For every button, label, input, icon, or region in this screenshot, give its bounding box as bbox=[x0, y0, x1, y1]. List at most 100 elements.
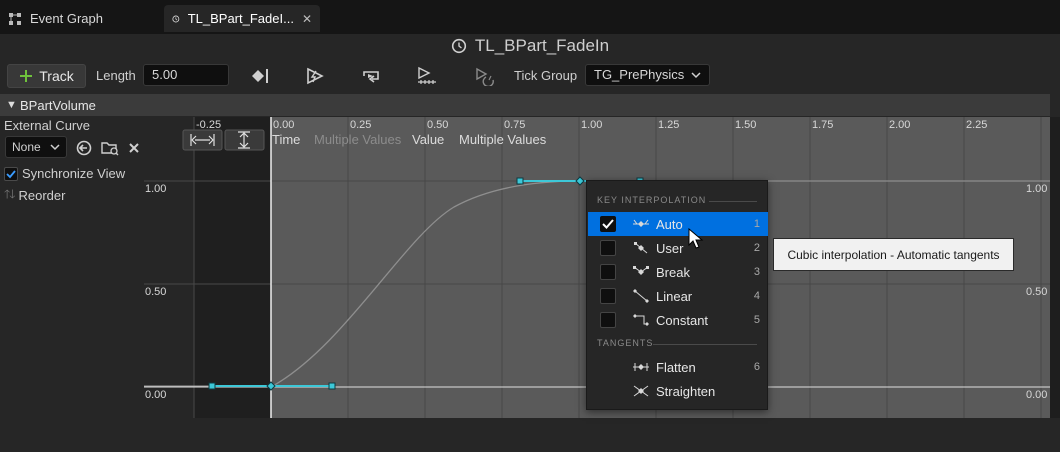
clock-icon bbox=[451, 38, 466, 54]
menu-item-label: Flatten bbox=[656, 359, 696, 375]
loop-icon bbox=[363, 71, 379, 83]
track-header[interactable]: ▼ BPartVolume bbox=[0, 94, 1050, 116]
menu-item-straighten[interactable]: Straighten bbox=[588, 379, 768, 403]
user-tangent-icon bbox=[634, 242, 648, 254]
menu-heading: KEY INTERPOLATION bbox=[597, 195, 707, 205]
tangent-handle[interactable] bbox=[208, 382, 216, 390]
straighten-icon bbox=[633, 385, 649, 397]
external-curve-value: None bbox=[12, 140, 41, 154]
value-label: Value bbox=[412, 132, 444, 147]
fit-vertical-button[interactable] bbox=[224, 129, 265, 151]
browse-folder-icon[interactable] bbox=[100, 139, 120, 157]
vertical-scrollbar[interactable] bbox=[1050, 117, 1060, 418]
tangent-handle[interactable] bbox=[328, 382, 336, 390]
menu-item-shortcut: 4 bbox=[753, 290, 760, 302]
flatten-icon bbox=[633, 363, 649, 371]
graph-icon bbox=[9, 12, 21, 25]
menu-item-linear[interactable]: Linear 4 bbox=[588, 284, 768, 308]
use-last-keyframe-button[interactable] bbox=[248, 64, 272, 88]
external-curve-text: External Curve bbox=[4, 118, 90, 133]
value-value: Multiple Values bbox=[459, 132, 547, 147]
menu-item-user[interactable]: User 2 bbox=[588, 236, 768, 260]
tick-group-select[interactable]: TG_PrePhysics bbox=[585, 64, 710, 86]
fit-horizontal-button[interactable] bbox=[182, 129, 223, 151]
reorder-control[interactable]: 🡑🡓 Reorder bbox=[4, 185, 65, 206]
key-info: Time Multiple Values Value Multiple Valu… bbox=[272, 132, 547, 147]
menu-item-constant[interactable]: Constant 5 bbox=[588, 308, 768, 332]
keyframe[interactable] bbox=[575, 176, 585, 186]
title-text: TL_BPart_FadeIn bbox=[474, 36, 610, 55]
menu-heading: TANGENTS bbox=[597, 338, 654, 348]
menu-item-label: Break bbox=[656, 264, 690, 280]
key-interpolation-menu: KEY INTERPOLATION Auto 1 User 2 Break 3 bbox=[586, 180, 768, 410]
y-tick: 0.50 bbox=[145, 286, 166, 298]
checkbox-checked-icon[interactable] bbox=[600, 216, 616, 232]
length-input[interactable]: 5.00 bbox=[143, 64, 229, 86]
loop-button[interactable] bbox=[359, 64, 385, 88]
reorder-label: Reorder bbox=[18, 188, 66, 203]
length-label: Length bbox=[96, 68, 136, 83]
x-tick: 2.25 bbox=[966, 119, 987, 131]
checkbox-icon[interactable] bbox=[600, 288, 616, 304]
x-tick: 0.75 bbox=[504, 119, 525, 131]
clear-icon[interactable] bbox=[127, 141, 141, 155]
time-dilation-icon bbox=[476, 67, 494, 86]
menu-item-label: User bbox=[656, 240, 684, 256]
x-axis-ticks: -0.25 0.00 0.25 0.50 0.75 1.00 1.25 1.50… bbox=[196, 119, 987, 131]
autoplay-button[interactable] bbox=[303, 64, 327, 88]
x-tick: -0.25 bbox=[196, 119, 221, 131]
x-tick: 0.00 bbox=[273, 119, 294, 131]
synchronize-view-toggle[interactable]: Synchronize View bbox=[4, 166, 125, 181]
tick-group-value: TG_PrePhysics bbox=[594, 67, 685, 82]
ignore-time-dilation-button[interactable] bbox=[471, 64, 497, 88]
tab-event-graph[interactable]: Event Graph bbox=[0, 5, 160, 32]
add-track-button[interactable]: Track bbox=[7, 64, 86, 88]
menu-item-break[interactable]: Break 3 bbox=[588, 260, 768, 284]
menu-item-label: Auto bbox=[656, 216, 683, 232]
time-value: Multiple Values bbox=[314, 132, 402, 147]
tick-group-label: Tick Group bbox=[514, 68, 578, 83]
checkbox-checked-icon[interactable] bbox=[4, 166, 18, 181]
y-tick: 1.00 bbox=[145, 183, 166, 195]
plus-icon bbox=[20, 70, 33, 82]
menu-item-flatten[interactable]: Flatten 6 bbox=[588, 355, 768, 379]
track-side-panel bbox=[0, 116, 143, 420]
menu-item-label: Constant bbox=[656, 312, 709, 328]
y-axis-ticks-right: 1.00 0.50 0.00 bbox=[1026, 183, 1047, 401]
close-icon[interactable]: ✕ bbox=[302, 12, 312, 26]
toolbar: Track Length 5.00 Tick Group TG_PrePhysi… bbox=[0, 60, 1060, 92]
external-curve-select[interactable]: None bbox=[5, 136, 67, 158]
keyframe-end-icon bbox=[252, 69, 268, 83]
collapse-arrow-icon[interactable]: ▼ bbox=[6, 99, 17, 111]
x-tick: 1.25 bbox=[658, 119, 679, 131]
track-button-label: Track bbox=[39, 68, 74, 84]
synchronize-view-label: Synchronize View bbox=[22, 166, 126, 181]
external-curve-label: External Curve bbox=[4, 118, 90, 133]
menu-item-label: Straighten bbox=[656, 383, 716, 399]
clock-icon bbox=[172, 15, 180, 22]
linear-interp-icon bbox=[633, 289, 649, 303]
y-tick: 0.50 bbox=[1026, 286, 1047, 298]
tab-label: TL_BPart_FadeI... bbox=[187, 11, 294, 26]
y-tick: 0.00 bbox=[1026, 389, 1047, 401]
tab-timeline[interactable]: TL_BPart_FadeI... ✕ bbox=[164, 5, 320, 32]
x-tick: 0.25 bbox=[350, 119, 371, 131]
tooltip: Cubic interpolation - Automatic tangents bbox=[773, 238, 1014, 271]
checkbox-icon[interactable] bbox=[600, 264, 616, 280]
replicated-button[interactable] bbox=[414, 64, 440, 88]
menu-divider bbox=[653, 344, 757, 345]
use-selected-asset-icon[interactable] bbox=[75, 139, 93, 157]
checkbox-icon[interactable] bbox=[600, 312, 616, 328]
auto-tangent-icon bbox=[633, 219, 649, 227]
negative-time-region-outer bbox=[144, 117, 194, 418]
replicated-icon bbox=[418, 66, 436, 84]
break-tangent-icon bbox=[633, 266, 649, 275]
checkbox-icon[interactable] bbox=[600, 240, 616, 256]
menu-item-auto[interactable]: Auto 1 bbox=[588, 212, 768, 236]
y-tick: 1.00 bbox=[1026, 183, 1047, 195]
tooltip-text: Cubic interpolation - Automatic tangents bbox=[787, 247, 1000, 262]
tangent-handle[interactable] bbox=[516, 177, 524, 185]
page-title: TL_BPart_FadeIn bbox=[0, 34, 1060, 58]
reorder-arrows-icon: 🡑🡓 bbox=[4, 187, 16, 201]
time-label: Time bbox=[272, 132, 300, 147]
